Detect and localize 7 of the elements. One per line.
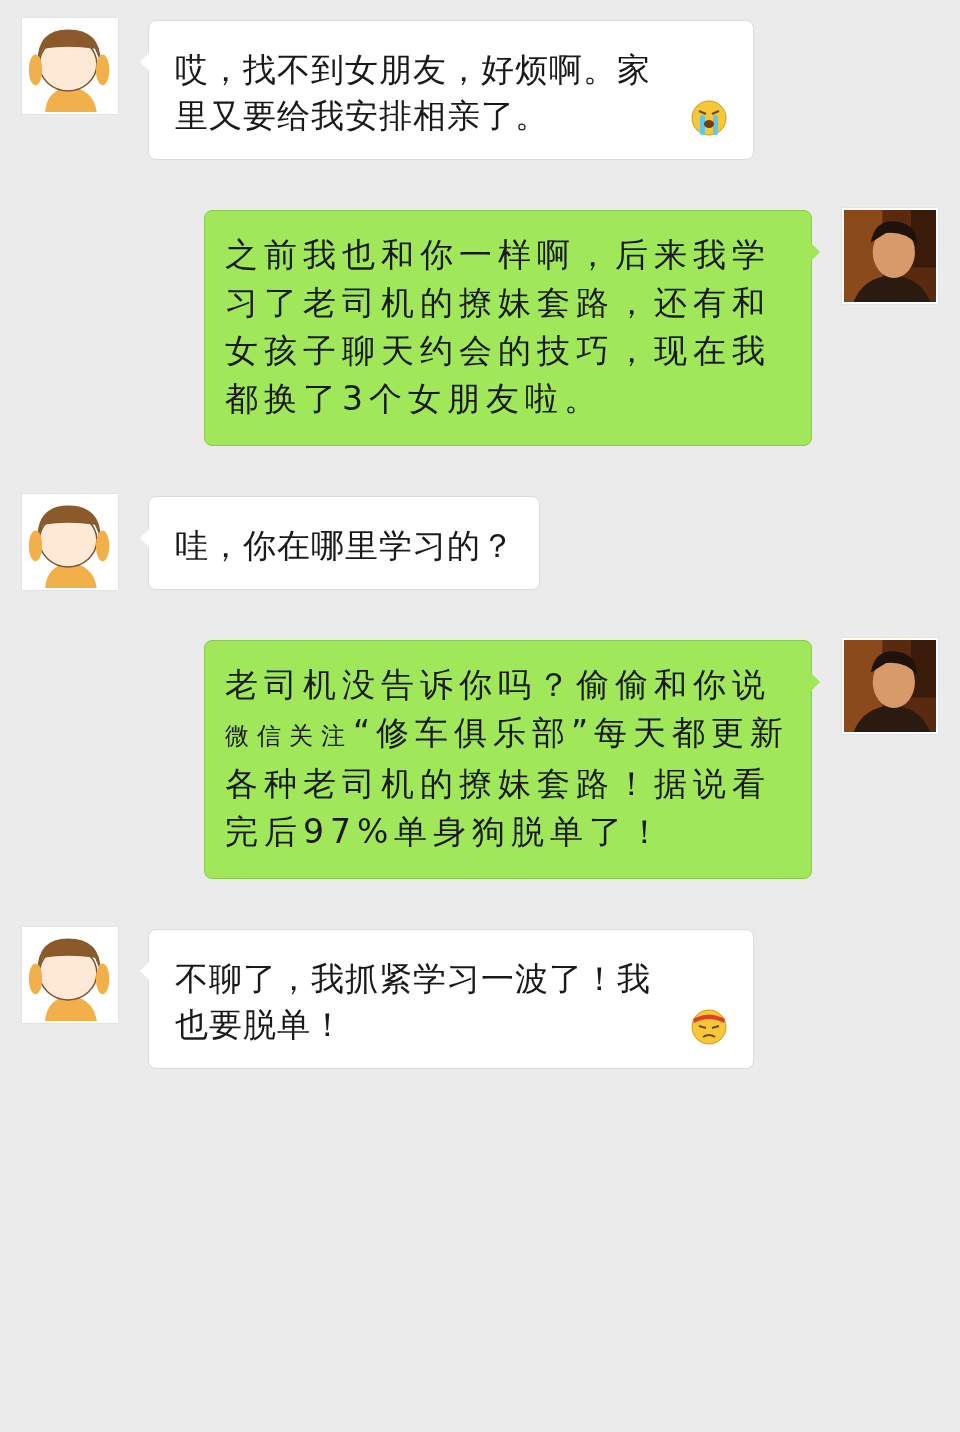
message-text: 不聊了，我抓紧学习一波了！我也要脱单！ — [175, 958, 652, 1046]
message-text: 老司机没告诉你吗？偷偷和你说 微信关注“修车俱乐部”每天都更新各种老司机的撩妹套路！据说看完后97%单身狗脱单了！ — [225, 664, 791, 853]
message-text: 哇，你在哪里学习的？ — [175, 525, 515, 567]
message-text: 之前我也和你一样啊，后来我学习了老司机的撩妹套路，还有和女孩子聊天约会的技巧，现在我都换了3个女朋友啦。 — [225, 234, 772, 420]
scowling-face-icon — [689, 1006, 729, 1046]
crying-face-icon — [689, 97, 729, 137]
message-text: 哎，找不到女朋友，好烦啊。家里又要给我安排相亲了。 — [175, 49, 652, 137]
